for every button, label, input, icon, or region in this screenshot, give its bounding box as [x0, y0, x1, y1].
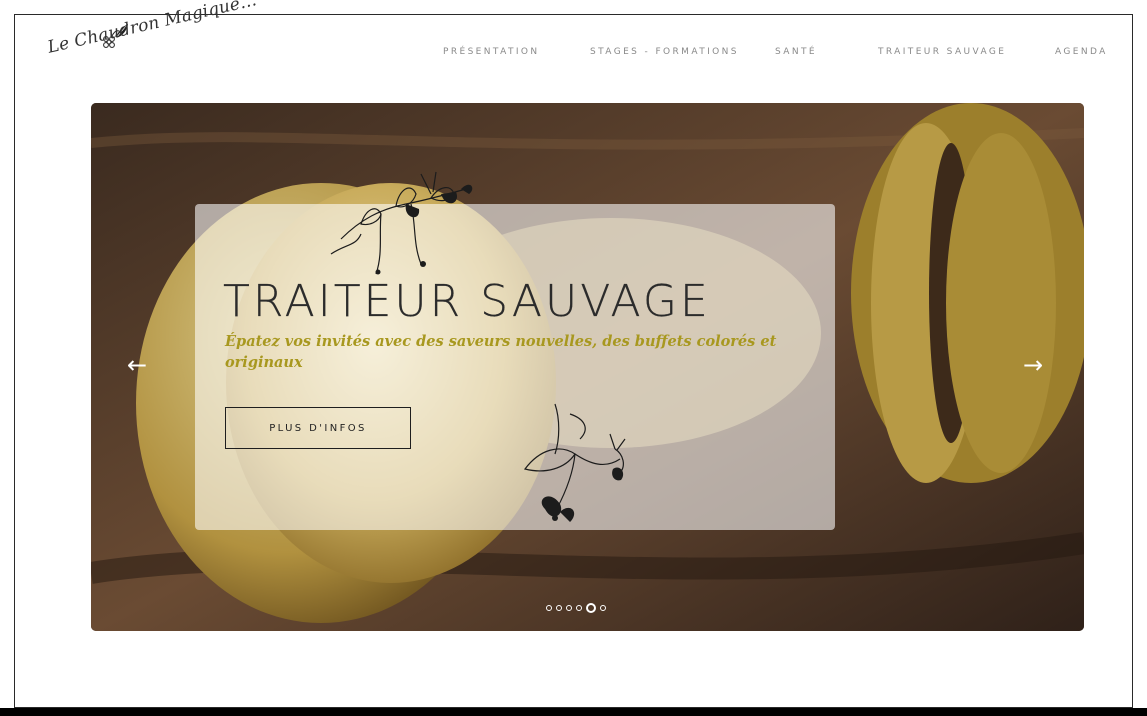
nav-item-stages-formations[interactable]: STAGES - FORMATIONS: [590, 47, 739, 57]
slide-caption: TRAITEUR SAUVAGE Épatez vos invités avec…: [195, 171, 835, 530]
slide-dot-1[interactable]: [546, 605, 552, 611]
floral-illustration-top: [330, 171, 473, 275]
slide-dot-2[interactable]: [556, 605, 562, 611]
slide-dot-6[interactable]: [600, 605, 606, 611]
nav-item-agenda[interactable]: AGENDA: [1055, 47, 1108, 57]
arrow-left-icon[interactable]: ←: [127, 353, 147, 377]
nav-item-sante[interactable]: SANTÉ: [775, 47, 817, 57]
bottom-bar: [0, 708, 1147, 716]
slide-dot-4[interactable]: [576, 605, 582, 611]
slide-indicators: [546, 601, 636, 615]
floral-illustration-bottom: [523, 403, 626, 522]
nav-item-presentation[interactable]: PRÉSENTATION: [443, 47, 540, 57]
more-info-button[interactable]: PLUS D'INFOS: [225, 407, 411, 449]
slide-subtitle: Épatez vos invités avec des saveurs nouv…: [225, 333, 777, 371]
arrow-right-icon[interactable]: →: [1023, 353, 1043, 377]
slide-dot-5[interactable]: [586, 603, 596, 613]
hero-slider: ← → TRAITEUR SAUVAGE Épatez vos invités …: [91, 103, 1084, 631]
nav-item-traiteur-sauvage[interactable]: TRAITEUR SAUVAGE: [878, 47, 1006, 57]
slide-dot-3[interactable]: [566, 605, 572, 611]
slide-title: TRAITEUR SAUVAGE: [223, 276, 711, 327]
main-nav: PRÉSENTATION STAGES - FORMATIONS SANTÉ T…: [0, 47, 1147, 67]
